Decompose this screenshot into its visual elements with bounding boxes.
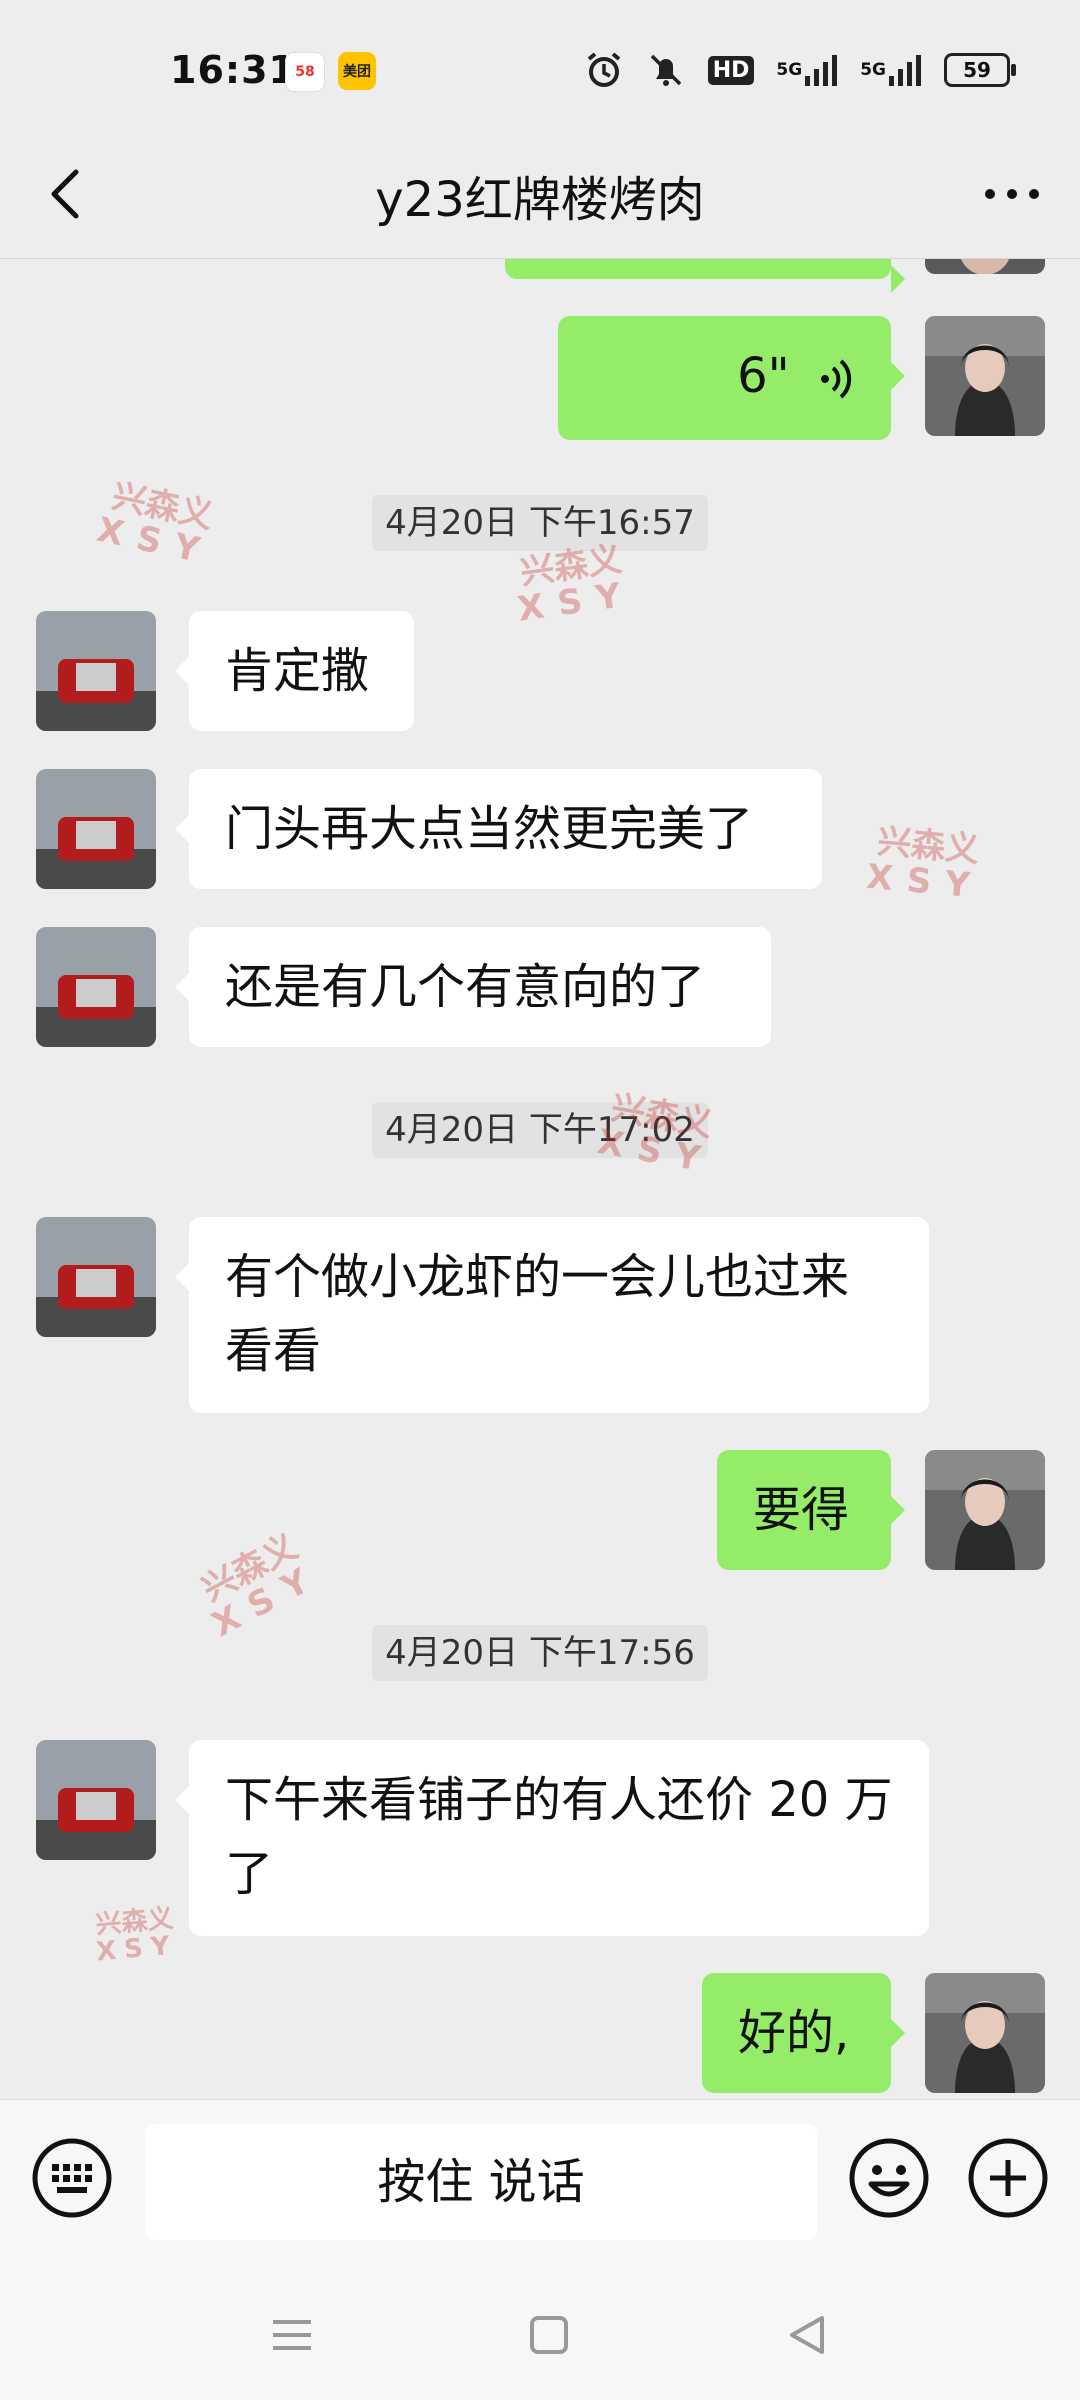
more-dots-icon xyxy=(985,189,1039,199)
watermark: 兴森义 XSY xyxy=(195,1526,328,1645)
timestamp: 4月20日 下午17:02 xyxy=(372,1102,708,1158)
avatar-self[interactable] xyxy=(925,1450,1045,1570)
voice-duration: 6" xyxy=(737,348,790,404)
message-bubble[interactable]: 肯定撒 xyxy=(175,611,414,731)
avatar-contact[interactable] xyxy=(36,927,156,1047)
avatar-contact[interactable] xyxy=(36,1740,156,1860)
hold-to-talk-button[interactable]: 按住 说话 xyxy=(145,2124,817,2240)
watermark: 兴森义 XSY xyxy=(515,539,637,630)
watermark: 兴森义 XSY xyxy=(864,821,986,907)
message-list[interactable]: 6" 4月20日 下午16:57 肯定撒 门头再大点当然更完美了 还是有几个有意… xyxy=(0,259,1080,2099)
message-bubble[interactable]: 好的, xyxy=(702,1973,905,2093)
message-bubble[interactable]: 下午来看铺子的有人还价 20 万了 xyxy=(175,1740,929,1936)
keyboard-toggle-button[interactable] xyxy=(30,2136,114,2220)
watermark: 兴森义 XSY xyxy=(94,1903,179,1968)
status-bar: 16:31 58 美团 HD 5G 5G 59 xyxy=(0,0,1080,130)
emoji-button[interactable] xyxy=(847,2136,931,2220)
back-nav-button[interactable] xyxy=(782,2310,832,2360)
emoji-icon xyxy=(849,2138,929,2218)
keyboard-icon xyxy=(32,2138,112,2218)
voice-message-bubble[interactable]: 6" xyxy=(558,316,905,440)
battery-icon: 59 xyxy=(944,53,1016,87)
home-button[interactable] xyxy=(524,2310,574,2360)
chat-title: y23红牌楼烤肉 xyxy=(375,172,705,228)
chat-header: y23红牌楼烤肉 xyxy=(0,130,1080,259)
avatar-contact[interactable] xyxy=(36,1217,156,1337)
avatar-self-partial[interactable] xyxy=(925,259,1045,274)
input-bar: 按住 说话 xyxy=(0,2099,1080,2270)
alarm-icon xyxy=(584,50,624,90)
more-button[interactable] xyxy=(974,156,1050,232)
watermark: 兴森义 XSY xyxy=(93,476,217,574)
hd-icon: HD xyxy=(707,50,755,90)
square-home-icon xyxy=(530,2316,568,2354)
message-bubble[interactable]: 有个做小龙虾的一会儿也过来看看 xyxy=(175,1217,929,1413)
triangle-back-icon xyxy=(790,2316,824,2354)
status-time: 16:31 xyxy=(170,48,296,92)
message-bubble[interactable]: 还是有几个有意向的了 xyxy=(175,927,771,1047)
voice-wave-icon xyxy=(821,359,852,399)
signal-5g-icon: 5G xyxy=(776,50,838,90)
timestamp: 4月20日 下午16:57 xyxy=(372,495,708,551)
avatar-contact[interactable] xyxy=(36,611,156,731)
timestamp: 4月20日 下午17:56 xyxy=(372,1625,708,1681)
more-functions-button[interactable] xyxy=(966,2136,1050,2220)
app-58-icon: 58 xyxy=(285,52,325,92)
app-meituan-icon: 美团 xyxy=(338,52,376,90)
message-bubble[interactable]: 要得 xyxy=(717,1450,905,1570)
avatar-contact[interactable] xyxy=(36,769,156,889)
signal-5g-2-icon: 5G xyxy=(860,50,922,90)
mute-bell-icon xyxy=(646,50,686,90)
status-icons: HD 5G 5G 59 xyxy=(584,48,1016,92)
plus-icon xyxy=(968,2138,1048,2218)
message-bubble[interactable]: 门头再大点当然更完美了 xyxy=(175,769,822,889)
avatar-self[interactable] xyxy=(925,316,1045,436)
message-bubble-partial[interactable] xyxy=(505,259,905,293)
system-navigation-bar xyxy=(0,2270,1080,2400)
menu-lines-icon xyxy=(273,2320,311,2350)
recents-button[interactable] xyxy=(267,2310,317,2360)
avatar-self[interactable] xyxy=(925,1973,1045,2093)
